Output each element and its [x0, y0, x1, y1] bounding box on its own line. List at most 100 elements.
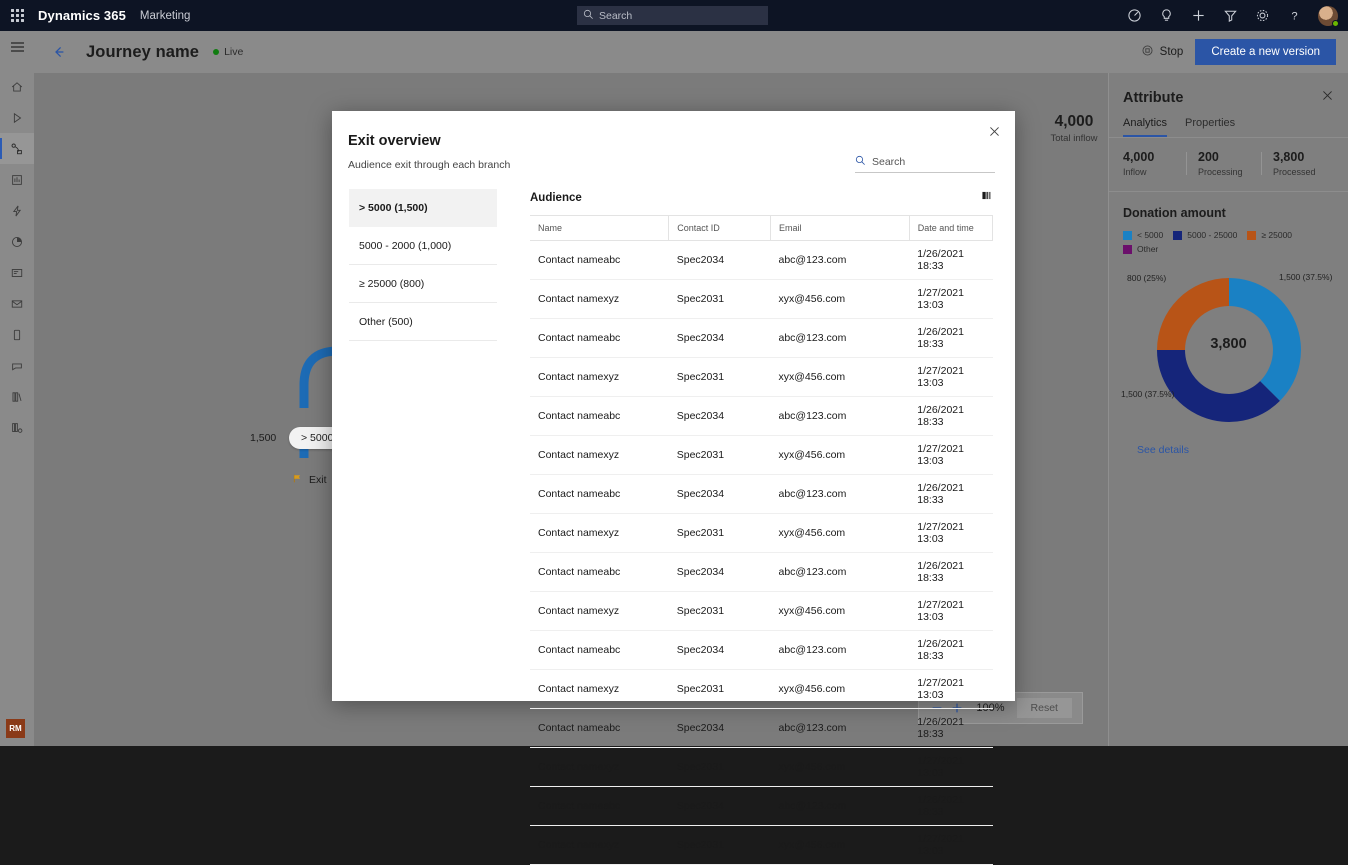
cell-email: abc@123.com [770, 786, 910, 826]
edit-columns-icon[interactable] [980, 189, 993, 207]
user-initials-badge[interactable]: RM [6, 719, 25, 738]
table-row[interactable]: Contact nameabc Spec2034 abc@123.com 1/26/2… [530, 318, 993, 358]
sidebar-item-home[interactable] [0, 71, 34, 102]
cell-email: abc@123.com [770, 474, 910, 514]
audience-title: Audience [530, 192, 582, 204]
cell-contact-name: Contact nameabc [530, 396, 669, 436]
help-icon[interactable]: ? [1286, 8, 1302, 24]
table-row[interactable]: Contact nameabc Spec2034 abc@123.com 1/26/2… [530, 552, 993, 592]
table-row[interactable]: Contact namexyz Spec2031 xyx@456.com 1/27/2… [530, 747, 993, 787]
sidebar-item-recent[interactable] [0, 102, 34, 133]
stop-button[interactable]: Stop [1141, 44, 1183, 60]
branch-list-item[interactable]: Other (500) [349, 303, 497, 341]
cell-contact-name: Contact nameabc [530, 708, 669, 748]
table-row[interactable]: Contact namexyz Spec2031 xyx@456.com 1/27/2… [530, 513, 993, 553]
sidebar-item-settings[interactable] [0, 412, 34, 443]
cell-email: xyx@456.com [770, 591, 910, 631]
table-row[interactable]: Contact nameabc Spec2034 abc@123.com 1/26/2… [530, 708, 993, 748]
cell-email: abc@123.com [770, 318, 910, 358]
global-search-input[interactable]: Search [577, 6, 768, 25]
table-row[interactable]: Contact nameabc Spec2034 abc@123.com 1/26/2… [530, 786, 993, 826]
brand-label[interactable]: Dynamics 365 [38, 8, 126, 23]
cell-email: xyx@456.com [770, 825, 910, 865]
table-row[interactable]: Contact namexyz Spec2031 xyx@456.com 1/27/2… [530, 825, 993, 865]
cell-date-and-time: 1/26/2021 18:33 [909, 786, 993, 826]
cell-contact-id: Spec2031 [668, 669, 771, 709]
table-row[interactable]: Contact namexyz Spec2031 xyx@456.com 1/27/2… [530, 591, 993, 631]
cell-contact-id: Spec2031 [668, 435, 771, 475]
status-badge: Live [213, 46, 243, 58]
audience-header: Audience [530, 189, 993, 215]
legend-label: < 5000 [1137, 230, 1164, 240]
table-row[interactable]: Contact nameabc Spec2034 abc@123.com 1/26/2… [530, 396, 993, 436]
table-row[interactable]: Contact nameabc Spec2034 abc@123.com 1/26/2… [530, 240, 993, 280]
status-label: Live [224, 46, 244, 58]
column-header-contact-id[interactable]: Contact ID [668, 215, 771, 241]
cell-contact-id: Spec2031 [668, 591, 771, 631]
sidebar-item-push[interactable] [0, 350, 34, 381]
cell-email: abc@123.com [770, 630, 910, 670]
audience-table-body: Contact nameabc Spec2034 abc@123.com 1/26/2… [530, 240, 993, 865]
cell-email: xyx@456.com [770, 747, 910, 787]
gear-icon[interactable] [1254, 8, 1270, 24]
sidebar-item-mobile[interactable] [0, 319, 34, 350]
column-header-email[interactable]: Email [770, 215, 910, 241]
legend-item[interactable]: ≥ 25000 [1247, 230, 1292, 240]
hamburger-icon[interactable] [0, 31, 34, 63]
legend-swatch [1247, 230, 1257, 240]
chart-legend: < 5000 5000 - 25000 ≥ 25000 Other [1123, 230, 1334, 254]
table-row[interactable]: Contact nameabc Spec2034 abc@123.com 1/26/2… [530, 474, 993, 514]
legend-item[interactable]: 5000 - 25000 [1173, 230, 1237, 240]
branch-list-item[interactable]: > 5000 (1,500) [349, 189, 497, 227]
tab-properties[interactable]: Properties [1185, 117, 1235, 137]
close-icon[interactable] [1321, 89, 1334, 107]
create-new-version-button[interactable]: Create a new version [1195, 39, 1336, 65]
chart-title: Donation amount [1123, 206, 1226, 220]
table-row[interactable]: Contact nameabc Spec2034 abc@123.com 1/26/2… [530, 630, 993, 670]
cell-email: xyx@456.com [770, 435, 910, 475]
cell-contact-name: Contact namexyz [530, 591, 669, 631]
zoom-reset-button[interactable]: Reset [1016, 698, 1072, 718]
table-row[interactable]: Contact namexyz Spec2031 xyx@456.com 1/27/2… [530, 357, 993, 397]
user-avatar[interactable] [1318, 5, 1339, 27]
tab-analytics[interactable]: Analytics [1123, 117, 1168, 137]
table-row[interactable]: Contact namexyz Spec2031 xyx@456.com 1/27/2… [530, 435, 993, 475]
kpi-processing-label: Processing [1198, 167, 1243, 177]
journey-node-exit[interactable]: Exit [292, 473, 327, 487]
table-row[interactable]: Contact namexyz Spec2031 xyx@456.com 1/27/2… [530, 669, 993, 709]
sidebar-item-analytics[interactable] [0, 226, 34, 257]
rail-items [0, 63, 34, 704]
legend-label: 5000 - 25000 [1187, 230, 1238, 240]
branch-list-item[interactable]: 5000 - 2000 (1,000) [349, 227, 497, 265]
stop-icon [1141, 44, 1154, 60]
donut-chart[interactable]: 3,800 1,500 (37.5%) 1,500 (37.5%) 800 (2… [1121, 260, 1334, 440]
legend-item[interactable]: < 5000 [1123, 230, 1163, 240]
back-arrow-icon[interactable] [44, 37, 74, 67]
plus-icon[interactable] [1190, 8, 1206, 24]
sidebar-item-forms[interactable] [0, 257, 34, 288]
sidebar-item-journeys[interactable] [0, 133, 34, 164]
filter-icon[interactable] [1222, 8, 1238, 24]
status-dot [213, 49, 220, 55]
close-icon[interactable] [988, 125, 1001, 143]
sync-icon[interactable] [1126, 8, 1142, 24]
dialog-search-input[interactable]: Search [855, 151, 995, 173]
suite-label[interactable]: Marketing [140, 10, 191, 22]
page-title: Journey name [86, 42, 200, 61]
table-row[interactable]: Contact namexyz Spec2031 xyx@456.com 1/27/2… [530, 279, 993, 319]
column-header-name[interactable]: Name [530, 215, 670, 241]
branch-list-item[interactable]: ≥ 25000 (800) [349, 265, 497, 303]
legend-item[interactable]: Other [1123, 244, 1158, 254]
sidebar-item-email[interactable] [0, 288, 34, 319]
left-navigation-rail: RM [0, 31, 34, 746]
lightbulb-icon[interactable] [1158, 8, 1174, 24]
column-header-date-and-time[interactable]: Date and time [909, 215, 994, 241]
sidebar-item-segments[interactable] [0, 164, 34, 195]
app-launcher-icon[interactable] [0, 0, 34, 31]
cell-contact-id: Spec2031 [668, 513, 771, 553]
see-details-link[interactable]: See details [1123, 440, 1334, 460]
sidebar-item-triggers[interactable] [0, 195, 34, 226]
attribute-panel-title: Attribute [1123, 90, 1184, 106]
attribute-panel-header: Attribute [1109, 73, 1348, 107]
sidebar-item-assets[interactable] [0, 381, 34, 412]
